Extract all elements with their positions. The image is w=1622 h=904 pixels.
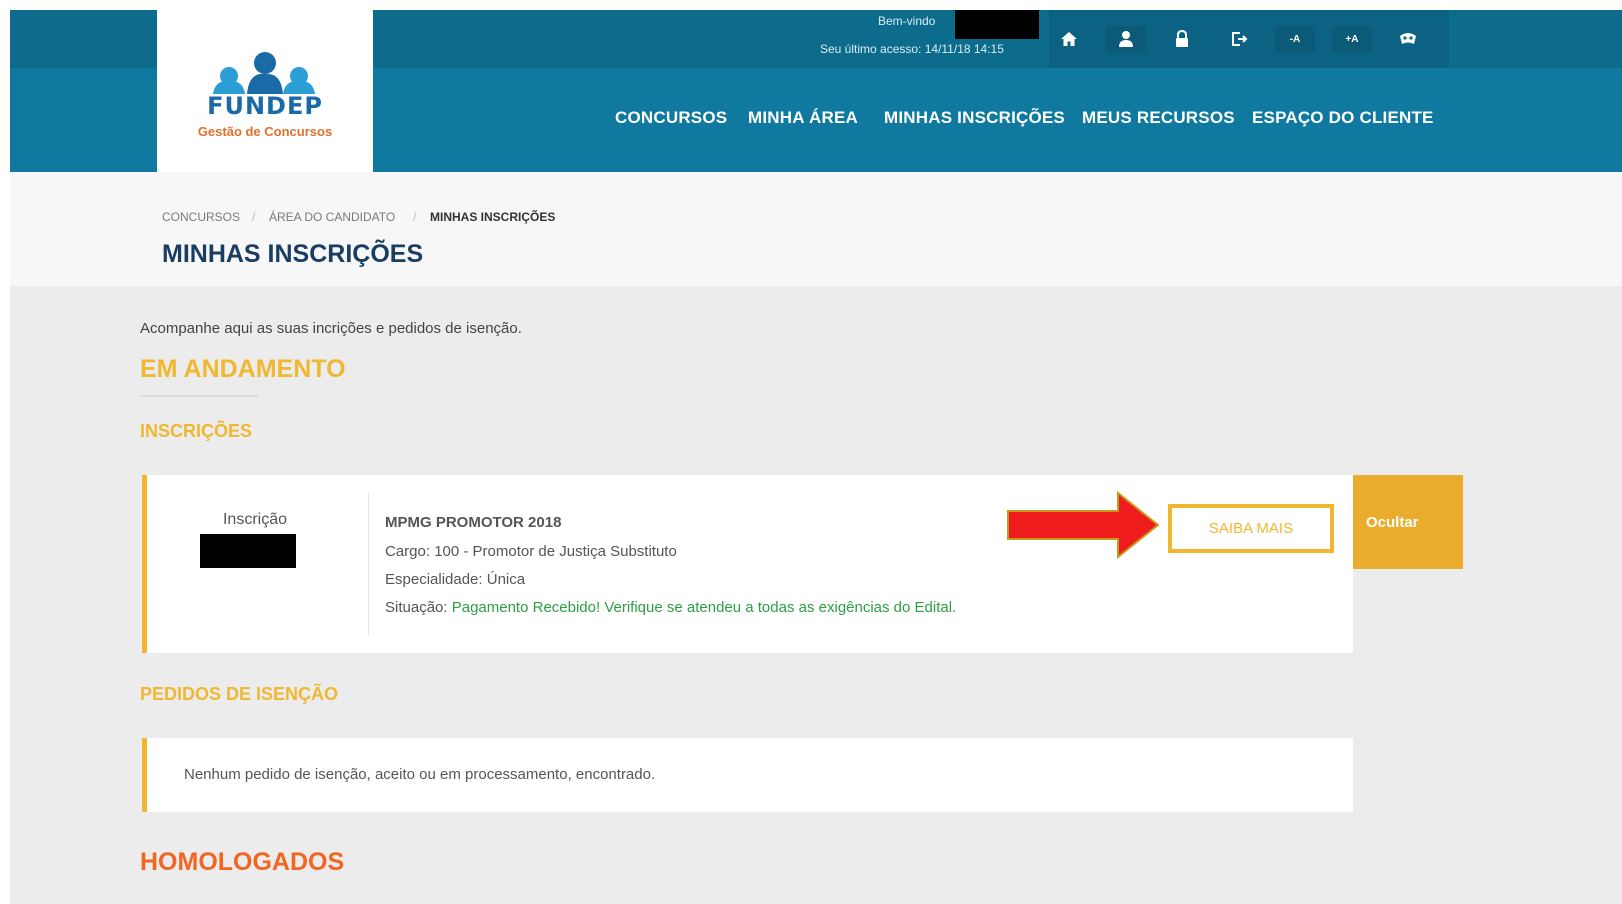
breadcrumb-current: MINHAS INSCRIÇÕES bbox=[430, 210, 556, 224]
especialidade-text: Especialidade: Única bbox=[385, 571, 526, 588]
subsection-title-inscricoes: INSCRIÇÕES bbox=[140, 421, 253, 441]
nav-minhas-inscricoes[interactable]: MINHAS INSCRIÇÕES bbox=[884, 108, 1065, 128]
section-title-em-andamento: EM ANDAMENTO bbox=[140, 355, 346, 383]
inscription-number-block: Inscrição bbox=[147, 475, 363, 653]
nav-concursos[interactable]: CONCURSOS bbox=[615, 108, 727, 128]
ocultar-button[interactable]: Ocultar bbox=[1353, 475, 1463, 569]
font-decrease-icon[interactable]: -A bbox=[1275, 26, 1315, 52]
page: Bem-vindo Seu último acesso: 14/11/18 14… bbox=[10, 10, 1622, 904]
inscription-card: Inscrição MPMG PROMOTOR 2018 Cargo: 100 … bbox=[142, 475, 1353, 653]
nav-minha-area[interactable]: MINHA ÁREA bbox=[748, 108, 858, 128]
welcome-label: Bem-vindo bbox=[878, 14, 936, 28]
situacao-line: Situação: Pagamento Recebido! Verifique … bbox=[385, 599, 956, 616]
font-increase-icon[interactable]: +A bbox=[1332, 26, 1372, 52]
logout-icon[interactable] bbox=[1219, 26, 1259, 52]
card-divider bbox=[368, 493, 369, 635]
saiba-mais-button[interactable]: SAIBA MAIS bbox=[1168, 504, 1334, 553]
redacted-inscription-number bbox=[200, 534, 296, 568]
breadcrumb-concursos[interactable]: CONCURSOS bbox=[162, 210, 240, 224]
empty-state-message: Nenhum pedido de isenção, aceito ou em p… bbox=[184, 766, 656, 783]
page-title: MINHAS INSCRIÇÕES bbox=[162, 240, 424, 268]
logo-brand: FUNDEP bbox=[207, 92, 323, 120]
last-access-text: Seu último acesso: 14/11/18 14:15 bbox=[820, 42, 1004, 56]
redacted-username bbox=[955, 10, 1039, 39]
cargo-text: Cargo: 100 - Promotor de Justiça Substit… bbox=[385, 543, 677, 560]
logo-tagline: Gestão de Concursos bbox=[197, 124, 333, 139]
page-header: CONCURSOS / ÁREA DO CANDIDATO / MINHAS I… bbox=[10, 172, 1622, 286]
subsection-title-pedidos-de-isencao: PEDIDOS DE ISENÇÃO bbox=[140, 684, 339, 704]
nav-meus-recursos[interactable]: MEUS RECURSOS bbox=[1082, 108, 1235, 128]
breadcrumb-area-do-candidato[interactable]: ÁREA DO CANDIDATO bbox=[269, 210, 395, 224]
home-icon[interactable] bbox=[1049, 26, 1089, 52]
nav-espaco-do-cliente[interactable]: ESPAÇO DO CLIENTE bbox=[1252, 108, 1434, 128]
logo-people-icon bbox=[213, 52, 315, 94]
situacao-label: Situação: bbox=[385, 599, 452, 616]
accessibility-icon[interactable] bbox=[1388, 26, 1428, 52]
logo[interactable]: FUNDEP Gestão de Concursos bbox=[157, 10, 373, 172]
user-icon[interactable] bbox=[1106, 26, 1146, 52]
inscription-label: Inscrição bbox=[222, 511, 288, 528]
lock-icon[interactable] bbox=[1162, 26, 1202, 52]
breadcrumb-separator: / bbox=[413, 210, 417, 224]
annotation-arrow-icon bbox=[1007, 491, 1160, 559]
breadcrumb-separator: / bbox=[252, 210, 256, 224]
isencao-empty-card: Nenhum pedido de isenção, aceito ou em p… bbox=[142, 738, 1353, 812]
exam-title: MPMG PROMOTOR 2018 bbox=[385, 514, 562, 531]
intro-text: Acompanhe aqui as suas incrições e pedid… bbox=[140, 320, 522, 337]
section-title-homologados: HOMOLOGADOS bbox=[140, 848, 345, 876]
status-text: Pagamento Recebido! Verifique se atendeu… bbox=[451, 599, 957, 616]
toolbar-icons: -A +A bbox=[1049, 10, 1449, 68]
section-divider bbox=[140, 395, 258, 397]
